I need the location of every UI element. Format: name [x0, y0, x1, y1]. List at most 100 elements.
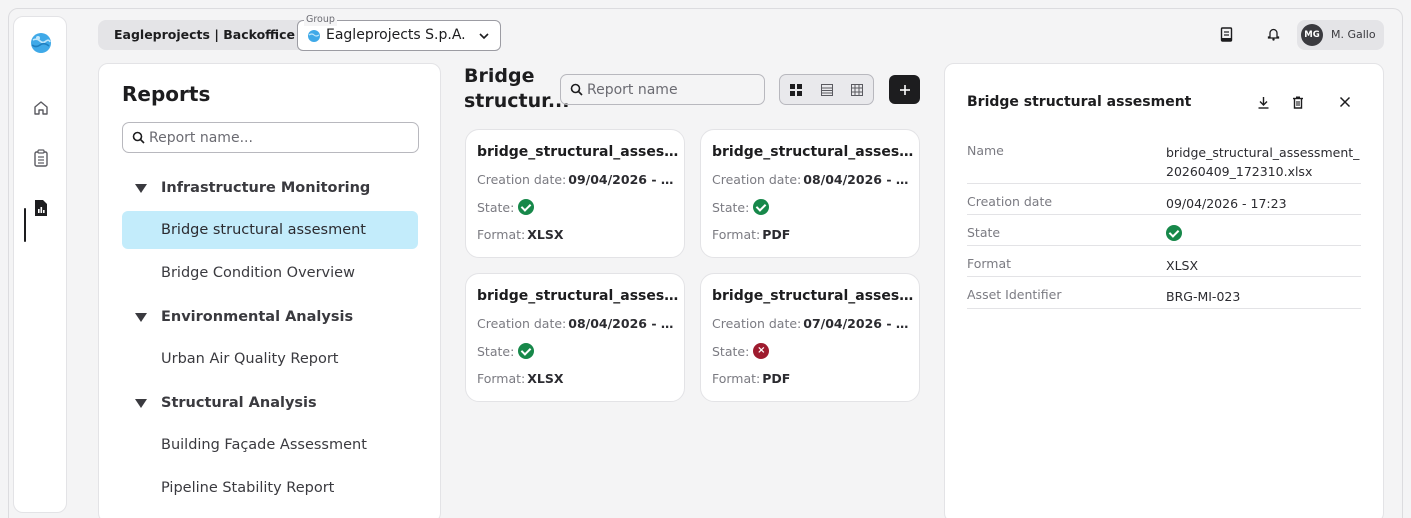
group-select[interactable]: Group Eagleprojects S.p.A.: [297, 14, 501, 51]
report-card-format: Format: XLSX: [477, 227, 564, 242]
grid-view-icon: [790, 84, 802, 96]
collapse-triangle-icon: [135, 312, 147, 322]
view-mode-toggle: [779, 74, 874, 105]
reports-icon: [35, 200, 47, 216]
reports-search-input[interactable]: [149, 128, 409, 148]
avatar: MG: [1301, 24, 1323, 46]
group-select-label: Group: [304, 14, 337, 26]
nav-clipboard[interactable]: [28, 145, 54, 171]
detail-key: Name: [967, 143, 1004, 158]
add-report-button[interactable]: [889, 75, 920, 104]
group-select-value: Eagleprojects S.p.A.: [326, 27, 466, 43]
report-card-name: bridge_structural_assessm...: [712, 144, 916, 160]
globe-icon: [308, 30, 320, 42]
report-card-format: Format: XLSX: [477, 371, 564, 386]
detail-row-asset-identifier: Asset Identifier BRG-MI-023: [967, 287, 1361, 309]
detail-key: State: [967, 225, 1001, 240]
report-card[interactable]: bridge_structural_assessm... Creation da…: [465, 273, 685, 402]
table-view-button[interactable]: [850, 83, 864, 97]
globe-logo-icon[interactable]: [28, 30, 54, 56]
grid-view-button[interactable]: [789, 83, 803, 97]
tree-group-environmental[interactable]: Environmental Analysis: [135, 305, 353, 329]
user-name: M. Gallo: [1331, 28, 1376, 41]
collapse-triangle-icon: [135, 183, 147, 193]
trash-icon: [1293, 96, 1303, 109]
files-search: [560, 74, 765, 105]
status-ok-icon: [1166, 225, 1182, 241]
status-ok-icon: [518, 199, 535, 215]
files-search-input[interactable]: [587, 80, 757, 100]
manual-button[interactable]: [1218, 26, 1234, 42]
report-card-format: Format: PDF: [712, 371, 791, 386]
report-card-state: State: ×: [712, 343, 916, 359]
detail-value: bridge_structural_assessment_20260409_17…: [1166, 145, 1360, 179]
search-icon: [570, 83, 583, 96]
report-card-date: Creation date: 08/04/2026 - 0...: [477, 316, 681, 331]
detail-key: Asset Identifier: [967, 287, 1062, 302]
active-nav-indicator: [24, 208, 26, 242]
delete-button[interactable]: [1290, 94, 1306, 110]
detail-value: 09/04/2026 - 17:23: [1166, 196, 1287, 211]
tree-item-building-facade[interactable]: Building Façade Assessment: [122, 426, 418, 464]
book-icon: [1220, 26, 1232, 42]
list-view-button[interactable]: [820, 83, 834, 97]
detail-value: XLSX: [1166, 258, 1199, 273]
tree-group-infrastructure[interactable]: Infrastructure Monitoring: [135, 176, 370, 200]
list-view-icon: [821, 84, 833, 96]
user-menu[interactable]: MG M. Gallo: [1297, 20, 1384, 50]
tree-item-bridge-condition[interactable]: Bridge Condition Overview: [122, 254, 418, 292]
report-card[interactable]: bridge_structural_assessm... Creation da…: [700, 273, 920, 402]
tree-group-structural[interactable]: Structural Analysis: [135, 391, 317, 415]
close-button[interactable]: [1337, 94, 1353, 110]
report-card-name: bridge_structural_assessm...: [477, 288, 681, 304]
notifications-button[interactable]: [1265, 26, 1281, 42]
tree-item-urban-air[interactable]: Urban Air Quality Report: [122, 340, 418, 378]
download-button[interactable]: [1255, 94, 1271, 110]
report-card-date: Creation date: 09/04/2026 - 1...: [477, 172, 681, 187]
report-card-format: Format: PDF: [712, 227, 791, 242]
report-card-state: State:: [477, 199, 681, 215]
nav-home[interactable]: [28, 95, 54, 121]
reports-title: Reports: [122, 82, 211, 106]
report-card-date: Creation date: 08/04/2026 - 1...: [712, 172, 916, 187]
detail-row-creation-date: Creation date 09/04/2026 - 17:23: [967, 194, 1361, 215]
detail-value: BRG-MI-023: [1166, 289, 1241, 304]
tree-group-label: Infrastructure Monitoring: [161, 180, 371, 196]
tree-item-bridge-structural[interactable]: Bridge structural assesment: [122, 211, 418, 249]
report-card-name: bridge_structural_assessm...: [712, 288, 916, 304]
selected-report-title: Bridge structur...: [464, 65, 570, 112]
report-detail-panel: Bridge structural assesment Name bridge_…: [944, 63, 1384, 518]
search-icon: [132, 131, 145, 144]
app-title: Eagleprojects | Backoffice: [98, 20, 312, 50]
tree-item-pipeline-stability[interactable]: Pipeline Stability Report: [122, 469, 418, 507]
report-card[interactable]: bridge_structural_assessm... Creation da…: [700, 129, 920, 258]
download-icon: [1258, 96, 1268, 109]
plus-icon: [899, 84, 910, 95]
report-card-name: bridge_structural_assessm...: [477, 144, 681, 160]
report-card-state: State:: [477, 343, 681, 359]
chevron-down-icon: [479, 33, 489, 40]
reports-search: [122, 122, 419, 153]
detail-title: Bridge structural assesment: [967, 94, 1192, 110]
clipboard-icon: [34, 149, 48, 167]
home-icon: [34, 101, 48, 115]
nav-reports[interactable]: [28, 195, 54, 221]
report-card-state: State:: [712, 199, 916, 215]
status-ok-icon: [753, 199, 770, 215]
report-card-date: Creation date: 07/04/2026 - 1...: [712, 316, 916, 331]
reports-panel: Reports Infrastructure Monitoring Bridge…: [98, 63, 441, 518]
collapse-triangle-icon: [135, 398, 147, 408]
tree-group-label: Environmental Analysis: [161, 309, 354, 325]
table-view-icon: [851, 84, 863, 96]
close-icon: [1339, 96, 1351, 108]
detail-row-format: Format XLSX: [967, 256, 1361, 277]
status-error-icon: ×: [753, 343, 770, 359]
detail-value: [1166, 225, 1362, 246]
left-rail: [13, 16, 67, 513]
status-ok-icon: [518, 343, 535, 359]
detail-row-name: Name bridge_structural_assessment_202604…: [967, 143, 1361, 184]
report-card[interactable]: bridge_structural_assessm... Creation da…: [465, 129, 685, 258]
detail-key: Creation date: [967, 194, 1053, 209]
detail-key: Format: [967, 256, 1012, 271]
detail-row-state: State: [967, 225, 1361, 246]
